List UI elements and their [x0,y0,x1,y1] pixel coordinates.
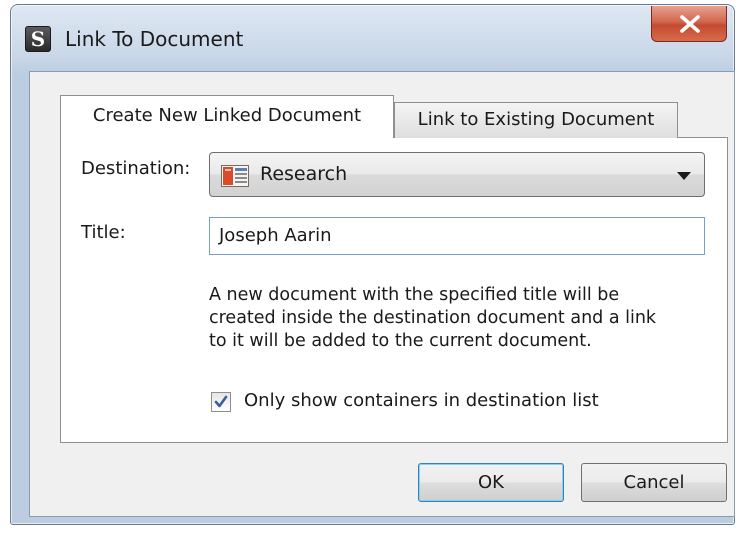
destination-label: Destination: [81,158,191,179]
tab-link-to-existing-document[interactable]: Link to Existing Document [394,102,678,138]
dropdown-arrow-icon [677,172,691,180]
checkmark-icon [214,395,228,408]
description-line: A new document with the specified title … [209,285,620,305]
tab-panel: Destination: Research Title: Joseph Aari… [60,137,728,443]
close-icon [680,15,700,33]
title-input-value: Joseph Aarin [219,225,332,246]
description-line: created inside the destination document … [209,308,657,328]
title-input[interactable]: Joseph Aarin [209,217,705,255]
title-label: Title: [81,222,126,243]
destination-value: Research [260,163,348,185]
window-title: Link To Document [65,27,244,51]
close-button[interactable] [651,6,727,42]
dialog-window: S Link To Document Create New Linked Doc… [10,4,735,525]
ok-button[interactable]: OK [418,463,564,502]
binder-document-icon [221,165,249,187]
description-line: to it will be added to the current docum… [209,331,592,351]
only-show-containers-label[interactable]: Only show containers in destination list [244,390,599,411]
dialog-client-area: Create New Linked Document Link to Exist… [29,71,735,517]
description-text: A new document with the specified title … [209,284,689,353]
cancel-button[interactable]: Cancel [581,463,727,502]
only-show-containers-checkbox[interactable] [211,392,231,412]
destination-select[interactable]: Research [209,152,705,197]
app-icon: S [25,26,51,52]
tab-create-new-linked-document[interactable]: Create New Linked Document [60,95,394,138]
